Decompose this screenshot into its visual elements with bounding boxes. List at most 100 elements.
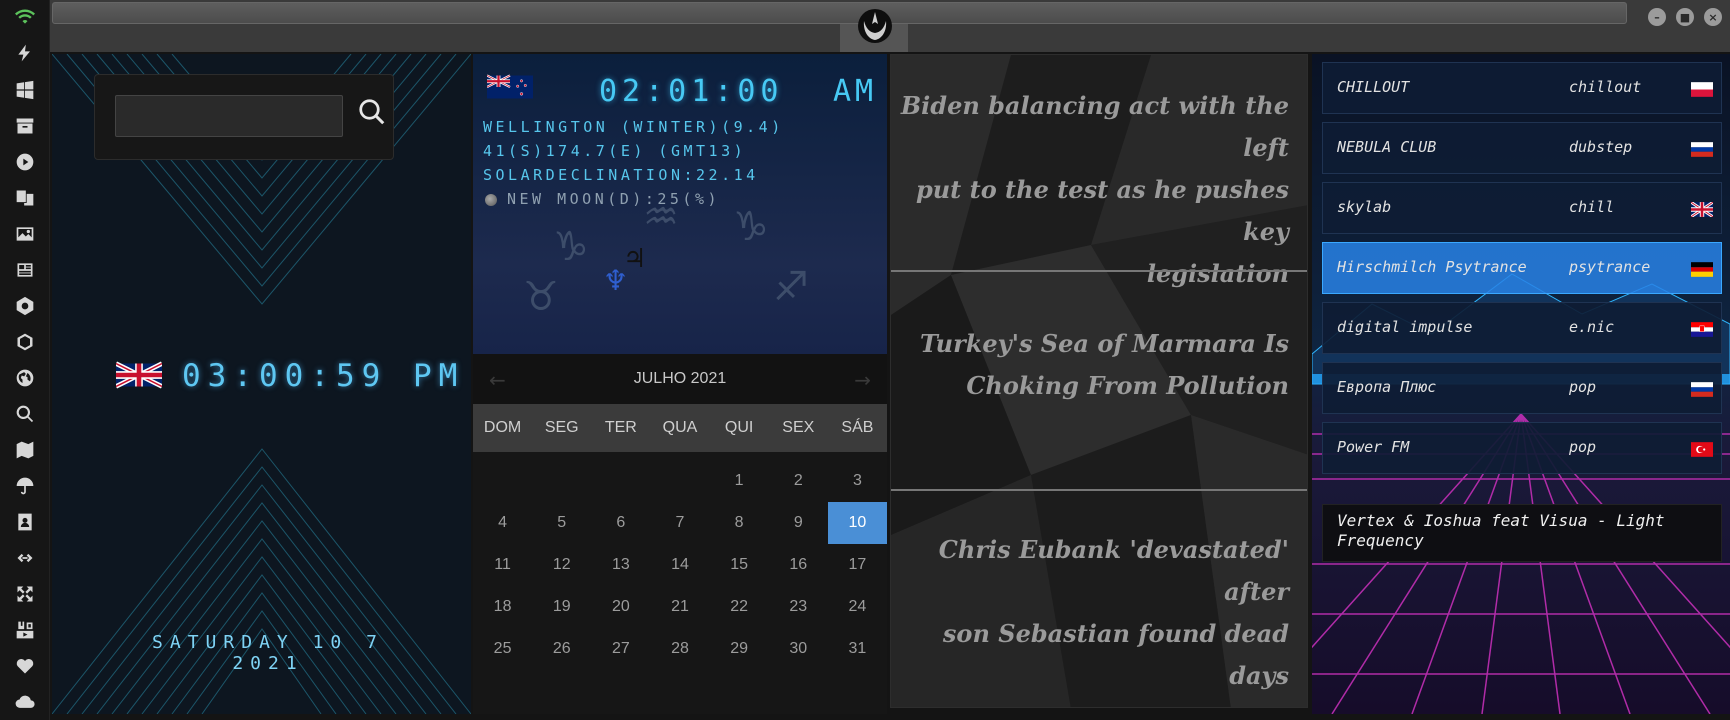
news-icon[interactable] — [12, 257, 38, 283]
prev-month-arrow-icon[interactable]: ← — [489, 368, 506, 392]
youtube-icon[interactable] — [12, 617, 38, 643]
calendar-day[interactable]: 4 — [473, 502, 532, 544]
station-genre: dubstep — [1569, 138, 1633, 156]
calendar-day[interactable]: 5 — [532, 502, 591, 544]
calendar-day[interactable]: 9 — [769, 502, 828, 544]
now-playing-bar[interactable]: Vertex & Ioshua feat Visua - Light Frequ… — [1322, 504, 1722, 562]
headline-line: legislation — [1146, 259, 1289, 288]
calendar-day[interactable]: 24 — [828, 586, 887, 628]
next-month-arrow-icon[interactable]: → — [854, 368, 871, 392]
radio-station-item[interactable]: NEBULA CLUB dubstep — [1322, 122, 1722, 174]
zodiac-background: ♑ ♑ ♉ ♐ ♆ ♃ ♒ — [523, 194, 809, 320]
calendar-day[interactable]: 17 — [828, 544, 887, 586]
world-coordinates: 41(S)174.7(E) (GMT13) — [483, 142, 747, 160]
calendar-day[interactable]: 30 — [769, 628, 828, 670]
calendar-day[interactable]: 27 — [591, 628, 650, 670]
calendar-day — [473, 460, 532, 502]
calendar-day-grid: 1 2 3 4 5 6 7 8 9 10 11 12 13 14 15 16 17 18 19 20 21 22 23 24 2… — [473, 460, 887, 670]
radio-station-item[interactable]: CHILLOUT chillout — [1322, 62, 1722, 114]
search-input[interactable] — [115, 95, 343, 137]
calendar-day[interactable]: 28 — [650, 628, 709, 670]
calendar-week-row: 11 12 13 14 15 16 17 — [473, 544, 887, 586]
calendar-day[interactable]: 19 — [532, 586, 591, 628]
calendar-day[interactable]: 14 — [650, 544, 709, 586]
windows-icon[interactable] — [12, 77, 38, 103]
calendar-day[interactable]: 6 — [591, 502, 650, 544]
play-icon[interactable] — [12, 149, 38, 175]
calendar-day[interactable]: 25 — [473, 628, 532, 670]
calendar-day[interactable]: 12 — [532, 544, 591, 586]
calendar-day[interactable]: 13 — [591, 544, 650, 586]
map-icon[interactable] — [12, 437, 38, 463]
translate-icon[interactable] — [12, 185, 38, 211]
expand-icon[interactable] — [12, 581, 38, 607]
desktop: – ■ × 03:00:59 PM SATURDAY 10 7 2021 02:… — [0, 0, 1730, 720]
calendar-day[interactable]: 26 — [532, 628, 591, 670]
radio-station-item[interactable]: Power FM pop — [1322, 422, 1722, 474]
wifi-icon[interactable] — [12, 4, 38, 30]
title-bar: – ■ × — [50, 0, 1730, 52]
news-headline[interactable]: Turkey's Sea of Marmara Is Choking From … — [920, 323, 1289, 407]
cloud-icon[interactable] — [12, 689, 38, 715]
archive-icon[interactable] — [12, 113, 38, 139]
headline-line: put to the test as he pushes key — [915, 175, 1289, 246]
minimize-button[interactable]: – — [1648, 8, 1666, 26]
image-icon[interactable] — [12, 221, 38, 247]
calendar-day[interactable]: 29 — [710, 628, 769, 670]
search-icon[interactable] — [12, 401, 38, 427]
calendar-day[interactable]: 3 — [828, 460, 887, 502]
now-playing-title: Vertex & Ioshua feat Visua - Light Frequ… — [1337, 511, 1665, 550]
radio-station-item[interactable]: skylab chill — [1322, 182, 1722, 234]
calendar-weekday-header: DOM SEG TER QUA QUI SEX SÁB — [473, 404, 887, 452]
station-genre: e.nic — [1569, 318, 1615, 336]
link-icon[interactable] — [12, 545, 38, 571]
globe-icon[interactable] — [12, 365, 38, 391]
world-location: WELLINGTON (WINTER)(9.4) — [483, 118, 784, 136]
world-ampm: AM — [833, 74, 878, 109]
calendar-day[interactable]: 15 — [710, 544, 769, 586]
calendar-day[interactable]: 22 — [710, 586, 769, 628]
address-bar[interactable] — [52, 2, 1627, 24]
station-name: Европа Плюс — [1337, 378, 1437, 396]
network-icon[interactable] — [12, 329, 38, 355]
calendar-day[interactable]: 2 — [769, 460, 828, 502]
contact-icon[interactable] — [12, 509, 38, 535]
maximize-button[interactable]: ■ — [1676, 8, 1694, 26]
news-headline[interactable]: Chris Eubank 'devastated' after son Seba… — [891, 529, 1289, 707]
headline-line: son Sebastian found dead days — [942, 619, 1289, 690]
lightning-icon[interactable] — [12, 40, 38, 66]
calendar-day[interactable]: 20 — [591, 586, 650, 628]
calendar-day[interactable]: 8 — [710, 502, 769, 544]
settings-hex-icon[interactable] — [12, 293, 38, 319]
calendar-day[interactable]: 21 — [650, 586, 709, 628]
heart-icon[interactable] — [12, 653, 38, 679]
news-headline[interactable]: Biden balancing act with the left put to… — [891, 85, 1289, 295]
station-genre: chillout — [1569, 78, 1642, 96]
radio-station-item[interactable]: Европа Плюс pop — [1322, 362, 1722, 414]
radio-station-item[interactable]: digital impulse e.nic — [1322, 302, 1722, 354]
calendar-day[interactable]: 7 — [650, 502, 709, 544]
calendar-week-row: 123 — [473, 460, 887, 502]
calendar-day[interactable]: 1 — [710, 460, 769, 502]
radio-station-item[interactable]: Hirschmilch Psytrance psytrance — [1322, 242, 1722, 294]
weekday-label: SÁB — [841, 419, 874, 436]
calendar-day[interactable]: 16 — [769, 544, 828, 586]
weekday-label: SEG — [544, 419, 579, 436]
calendar-day[interactable]: 31 — [828, 628, 887, 670]
calendar-day[interactable]: 18 — [473, 586, 532, 628]
croatia-flag-icon — [1691, 322, 1713, 337]
headline-line: Choking From Pollution — [966, 371, 1289, 400]
weekday-label: TER — [604, 419, 637, 436]
calendar-day[interactable]: 11 — [473, 544, 532, 586]
russia-flag-icon — [1691, 382, 1713, 397]
station-genre: chill — [1569, 198, 1615, 216]
calendar-week-row: 18 19 20 21 22 23 24 — [473, 586, 887, 628]
calendar-day — [591, 460, 650, 502]
news-panel: Biden balancing act with the left put to… — [890, 54, 1308, 708]
close-button[interactable]: × — [1704, 8, 1722, 26]
search-icon[interactable] — [357, 97, 387, 127]
calendar-day[interactable]: 23 — [769, 586, 828, 628]
calendar-day-today[interactable]: 10 — [827, 502, 887, 544]
umbrella-icon[interactable] — [12, 473, 38, 499]
weekday-label: QUA — [662, 419, 698, 436]
